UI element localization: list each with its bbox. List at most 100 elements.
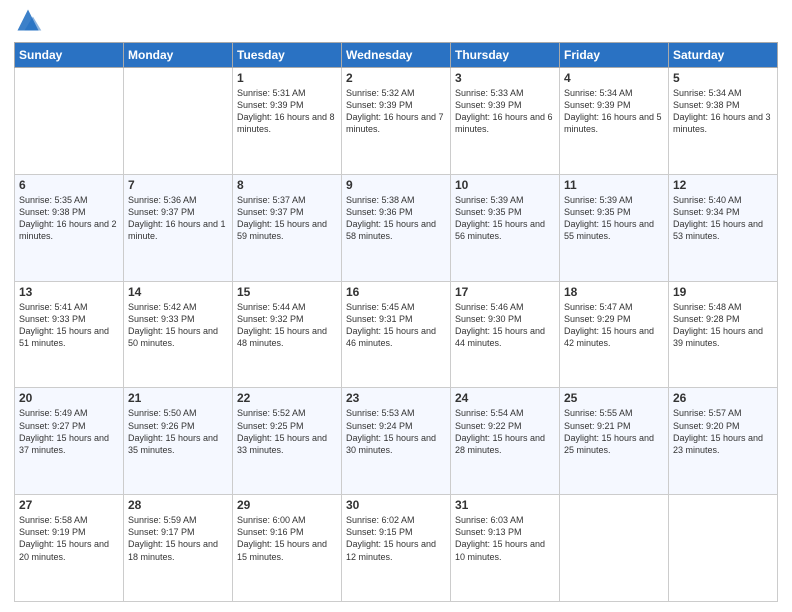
- day-info: Sunrise: 5:44 AM Sunset: 9:32 PM Dayligh…: [237, 301, 337, 350]
- day-info: Sunrise: 6:03 AM Sunset: 9:13 PM Dayligh…: [455, 514, 555, 563]
- calendar-cell: 12Sunrise: 5:40 AM Sunset: 9:34 PM Dayli…: [669, 174, 778, 281]
- header-cell-thursday: Thursday: [451, 43, 560, 68]
- day-number: 30: [346, 498, 446, 512]
- day-info: Sunrise: 5:39 AM Sunset: 9:35 PM Dayligh…: [455, 194, 555, 243]
- calendar-row: 6 Sunrise: 5:35 AM Sunset: 9:38 PM Daylig…: [15, 174, 778, 281]
- calendar-row: 27Sunrise: 5:58 AM Sunset: 9:19 PM Dayli…: [15, 495, 778, 602]
- calendar-cell: 5Sunrise: 5:34 AM Sunset: 9:38 PM Daylig…: [669, 68, 778, 175]
- day-number: 13: [19, 285, 119, 299]
- day-info: Sunrise: 5:54 AM Sunset: 9:22 PM Dayligh…: [455, 407, 555, 456]
- calendar-cell: 8 Sunrise: 5:37 AM Sunset: 9:37 PM Daylig…: [233, 174, 342, 281]
- day-info: Sunrise: 5:37 AM Sunset: 9:37 PM Dayligh…: [237, 194, 337, 243]
- calendar-cell: 7 Sunrise: 5:36 AM Sunset: 9:37 PM Daylig…: [124, 174, 233, 281]
- calendar-cell: 18 Sunrise: 5:47 AM Sunset: 9:29 PM Dayli…: [560, 281, 669, 388]
- day-number: 3: [455, 71, 555, 85]
- calendar-cell: 9 Sunrise: 5:38 AM Sunset: 9:36 PM Daylig…: [342, 174, 451, 281]
- day-number: 28: [128, 498, 228, 512]
- day-number: 10: [455, 178, 555, 192]
- day-info: Sunrise: 5:45 AM Sunset: 9:31 PM Dayligh…: [346, 301, 446, 350]
- calendar-cell: 11Sunrise: 5:39 AM Sunset: 9:35 PM Dayli…: [560, 174, 669, 281]
- day-number: 8: [237, 178, 337, 192]
- day-number: 18: [564, 285, 664, 299]
- header-row: SundayMondayTuesdayWednesdayThursdayFrid…: [15, 43, 778, 68]
- day-number: 23: [346, 391, 446, 405]
- calendar-cell: 20Sunrise: 5:49 AM Sunset: 9:27 PM Dayli…: [15, 388, 124, 495]
- calendar-cell: [560, 495, 669, 602]
- calendar-cell: 30 Sunrise: 6:02 AM Sunset: 9:15 PM Dayli…: [342, 495, 451, 602]
- day-info: Sunrise: 6:00 AM Sunset: 9:16 PM Dayligh…: [237, 514, 337, 563]
- calendar-cell: 10 Sunrise: 5:39 AM Sunset: 9:35 PM Dayli…: [451, 174, 560, 281]
- calendar-cell: 4 Sunrise: 5:34 AM Sunset: 9:39 PM Daylig…: [560, 68, 669, 175]
- day-info: Sunrise: 5:53 AM Sunset: 9:24 PM Dayligh…: [346, 407, 446, 456]
- day-info: Sunrise: 5:34 AM Sunset: 9:39 PM Dayligh…: [564, 87, 664, 136]
- day-number: 7: [128, 178, 228, 192]
- day-info: Sunrise: 5:59 AM Sunset: 9:17 PM Dayligh…: [128, 514, 228, 563]
- calendar-cell: 15 Sunrise: 5:44 AM Sunset: 9:32 PM Dayli…: [233, 281, 342, 388]
- day-info: Sunrise: 5:38 AM Sunset: 9:36 PM Dayligh…: [346, 194, 446, 243]
- day-number: 4: [564, 71, 664, 85]
- calendar-cell: 29 Sunrise: 6:00 AM Sunset: 9:16 PM Dayli…: [233, 495, 342, 602]
- day-number: 24: [455, 391, 555, 405]
- calendar-table: SundayMondayTuesdayWednesdayThursdayFrid…: [14, 42, 778, 602]
- day-info: Sunrise: 5:57 AM Sunset: 9:20 PM Dayligh…: [673, 407, 773, 456]
- day-number: 26: [673, 391, 773, 405]
- calendar-cell: 14 Sunrise: 5:42 AM Sunset: 9:33 PM Dayli…: [124, 281, 233, 388]
- day-number: 15: [237, 285, 337, 299]
- header-cell-tuesday: Tuesday: [233, 43, 342, 68]
- calendar-cell: [124, 68, 233, 175]
- calendar-cell: 22 Sunrise: 5:52 AM Sunset: 9:25 PM Dayli…: [233, 388, 342, 495]
- day-number: 16: [346, 285, 446, 299]
- calendar-cell: 21 Sunrise: 5:50 AM Sunset: 9:26 PM Dayli…: [124, 388, 233, 495]
- day-number: 31: [455, 498, 555, 512]
- day-info: Sunrise: 5:42 AM Sunset: 9:33 PM Dayligh…: [128, 301, 228, 350]
- day-number: 22: [237, 391, 337, 405]
- day-number: 6: [19, 178, 119, 192]
- day-info: Sunrise: 5:35 AM Sunset: 9:38 PM Dayligh…: [19, 194, 119, 243]
- day-info: Sunrise: 5:46 AM Sunset: 9:30 PM Dayligh…: [455, 301, 555, 350]
- header-cell-saturday: Saturday: [669, 43, 778, 68]
- day-number: 2: [346, 71, 446, 85]
- header-cell-friday: Friday: [560, 43, 669, 68]
- day-info: Sunrise: 5:41 AM Sunset: 9:33 PM Dayligh…: [19, 301, 119, 350]
- day-number: 19: [673, 285, 773, 299]
- day-number: 17: [455, 285, 555, 299]
- day-info: Sunrise: 5:47 AM Sunset: 9:29 PM Dayligh…: [564, 301, 664, 350]
- day-info: Sunrise: 5:31 AM Sunset: 9:39 PM Dayligh…: [237, 87, 337, 136]
- header-cell-monday: Monday: [124, 43, 233, 68]
- day-number: 11: [564, 178, 664, 192]
- day-info: Sunrise: 5:34 AM Sunset: 9:38 PM Dayligh…: [673, 87, 773, 136]
- calendar-header: SundayMondayTuesdayWednesdayThursdayFrid…: [15, 43, 778, 68]
- day-info: Sunrise: 6:02 AM Sunset: 9:15 PM Dayligh…: [346, 514, 446, 563]
- day-info: Sunrise: 5:52 AM Sunset: 9:25 PM Dayligh…: [237, 407, 337, 456]
- logo-icon: [14, 6, 42, 34]
- day-number: 14: [128, 285, 228, 299]
- day-number: 12: [673, 178, 773, 192]
- header: [14, 10, 778, 34]
- day-number: 21: [128, 391, 228, 405]
- calendar-cell: 3 Sunrise: 5:33 AM Sunset: 9:39 PM Daylig…: [451, 68, 560, 175]
- day-number: 9: [346, 178, 446, 192]
- day-number: 1: [237, 71, 337, 85]
- calendar-row: 1 Sunrise: 5:31 AM Sunset: 9:39 PM Daylig…: [15, 68, 778, 175]
- calendar-cell: 17 Sunrise: 5:46 AM Sunset: 9:30 PM Dayli…: [451, 281, 560, 388]
- page: SundayMondayTuesdayWednesdayThursdayFrid…: [0, 0, 792, 612]
- calendar-cell: 2Sunrise: 5:32 AM Sunset: 9:39 PM Daylig…: [342, 68, 451, 175]
- calendar-cell: 23 Sunrise: 5:53 AM Sunset: 9:24 PM Dayli…: [342, 388, 451, 495]
- calendar-cell: 24 Sunrise: 5:54 AM Sunset: 9:22 PM Dayli…: [451, 388, 560, 495]
- calendar-row: 13 Sunrise: 5:41 AM Sunset: 9:33 PM Dayli…: [15, 281, 778, 388]
- calendar-cell: 28 Sunrise: 5:59 AM Sunset: 9:17 PM Dayli…: [124, 495, 233, 602]
- day-info: Sunrise: 5:50 AM Sunset: 9:26 PM Dayligh…: [128, 407, 228, 456]
- header-cell-wednesday: Wednesday: [342, 43, 451, 68]
- calendar-cell: 6 Sunrise: 5:35 AM Sunset: 9:38 PM Daylig…: [15, 174, 124, 281]
- day-number: 29: [237, 498, 337, 512]
- calendar-cell: 19Sunrise: 5:48 AM Sunset: 9:28 PM Dayli…: [669, 281, 778, 388]
- header-cell-sunday: Sunday: [15, 43, 124, 68]
- day-number: 25: [564, 391, 664, 405]
- day-info: Sunrise: 5:36 AM Sunset: 9:37 PM Dayligh…: [128, 194, 228, 243]
- calendar-cell: 31 Sunrise: 6:03 AM Sunset: 9:13 PM Dayli…: [451, 495, 560, 602]
- calendar-cell: [15, 68, 124, 175]
- calendar-cell: 13 Sunrise: 5:41 AM Sunset: 9:33 PM Dayli…: [15, 281, 124, 388]
- day-info: Sunrise: 5:58 AM Sunset: 9:19 PM Dayligh…: [19, 514, 119, 563]
- day-info: Sunrise: 5:33 AM Sunset: 9:39 PM Dayligh…: [455, 87, 555, 136]
- calendar-cell: 1 Sunrise: 5:31 AM Sunset: 9:39 PM Daylig…: [233, 68, 342, 175]
